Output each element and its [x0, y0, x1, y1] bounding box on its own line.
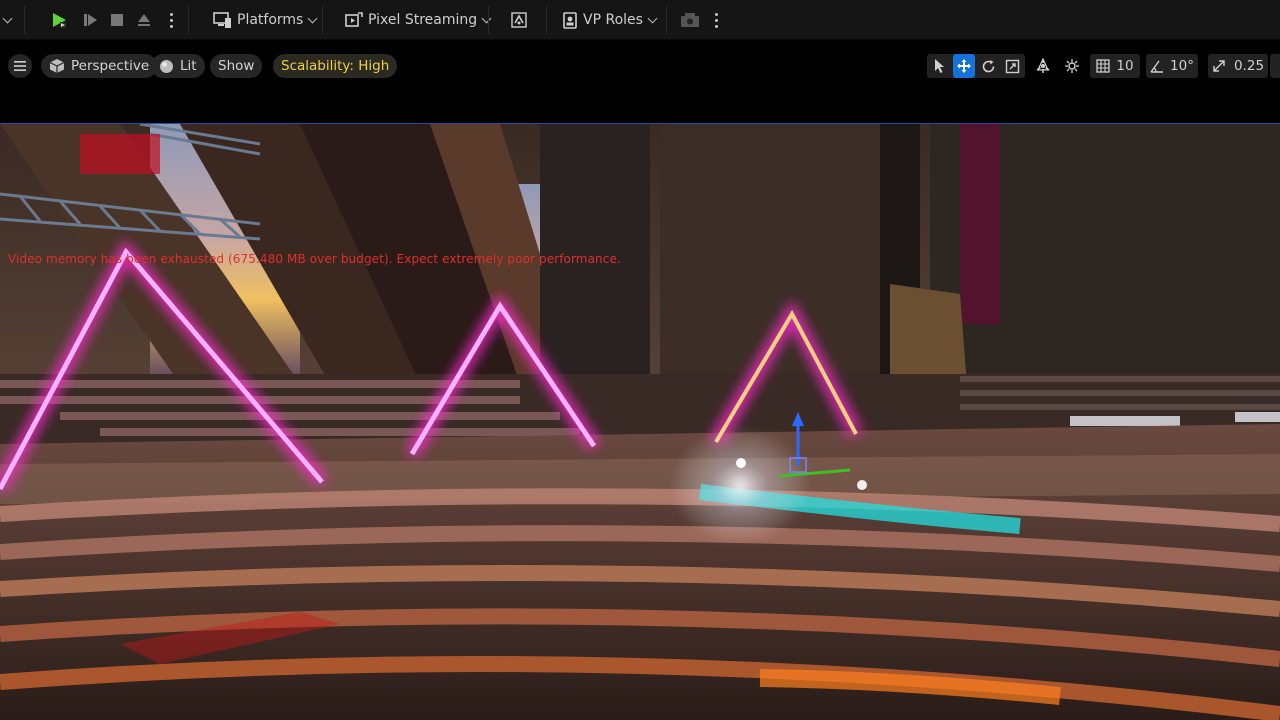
- world-local-button[interactable]: [1032, 54, 1054, 78]
- point-light-icon[interactable]: [736, 458, 746, 468]
- play-icon[interactable]: [48, 0, 70, 40]
- virtual-camera-icon[interactable]: [678, 0, 702, 40]
- vp-roles-chevron-icon: [647, 13, 658, 23]
- platforms-button[interactable]: Platforms: [212, 0, 318, 40]
- pixel-streaming-label: Pixel Streaming: [368, 12, 478, 28]
- toolbar-kebab-icon[interactable]: [711, 0, 721, 40]
- vp-roles-label: VP Roles: [583, 12, 643, 28]
- show-button[interactable]: Show: [210, 54, 263, 78]
- scalability-label: Scalability: High: [281, 58, 390, 74]
- rotate-icon: [982, 59, 994, 72]
- scale-snap-button[interactable]: 0.25: [1210, 54, 1266, 78]
- eject-icon[interactable]: [134, 0, 154, 40]
- move-arrows-icon: [957, 59, 971, 73]
- scale-snap-value: 0.25: [1233, 58, 1265, 74]
- platforms-icon: [213, 12, 231, 28]
- grid-snap-value: 10: [1116, 58, 1134, 74]
- perspective-label: Perspective: [71, 58, 150, 74]
- play-options-kebab-icon[interactable]: [166, 0, 176, 40]
- vp-roles-button[interactable]: VP Roles: [562, 0, 658, 40]
- surface-snap-icon: [1065, 59, 1079, 73]
- viewport-toolbar: Perspective Lit Show Scalability: High 1…: [0, 40, 1280, 124]
- cube-icon: [49, 59, 65, 73]
- select-mode-button[interactable]: [929, 54, 951, 78]
- translate-mode-button[interactable]: [953, 54, 975, 78]
- cursor-icon: [935, 59, 944, 73]
- coordinate-system-icon: [1036, 58, 1050, 73]
- platforms-label: Platforms: [237, 12, 304, 28]
- level-viewport[interactable]: Video memory has been exhausted (675.480…: [0, 124, 1280, 720]
- stop-icon[interactable]: [108, 0, 126, 40]
- pixel-streaming-icon: [345, 12, 363, 27]
- scene-render: [0, 124, 1280, 720]
- show-label: Show: [218, 58, 255, 74]
- lit-label: Lit: [180, 58, 197, 74]
- video-memory-warning: Video memory has been exhausted (675.480…: [8, 252, 621, 266]
- scale-arrow-icon: [1213, 60, 1225, 72]
- hamburger-icon: [14, 61, 26, 71]
- perspective-button[interactable]: Perspective: [41, 54, 158, 78]
- sphere-icon: [160, 59, 173, 73]
- mode-dropdown-chevron-icon[interactable]: [0, 0, 14, 40]
- pixel-streaming-button[interactable]: Pixel Streaming: [344, 0, 492, 40]
- rotation-snap-button[interactable]: 10°: [1148, 54, 1196, 78]
- angle-icon: [1150, 60, 1164, 73]
- vp-roles-icon: [563, 12, 577, 29]
- rotation-snap-value: 10°: [1170, 58, 1194, 74]
- grid-snap-button[interactable]: 10: [1092, 54, 1138, 78]
- surface-snap-button[interactable]: [1061, 54, 1083, 78]
- scale-mode-button[interactable]: [1001, 54, 1023, 78]
- viewport-menu-button[interactable]: [8, 54, 32, 78]
- grid-icon: [1096, 59, 1111, 73]
- platforms-chevron-icon: [307, 13, 318, 23]
- advance-frame-icon[interactable]: [80, 0, 100, 40]
- source-control-icon[interactable]: [508, 0, 530, 40]
- scalability-button[interactable]: Scalability: High: [273, 54, 398, 78]
- main-toolbar: Platforms Pixel Streaming VP Roles: [0, 0, 1280, 40]
- rotate-mode-button[interactable]: [977, 54, 999, 78]
- lit-button[interactable]: Lit: [151, 54, 205, 78]
- light-glow: [670, 426, 810, 546]
- mouse-cursor-icon: [857, 480, 867, 490]
- viewport-layout-button[interactable]: [1270, 54, 1280, 78]
- scale-icon: [1005, 59, 1019, 73]
- pixel-streaming-chevron-icon: [481, 13, 492, 23]
